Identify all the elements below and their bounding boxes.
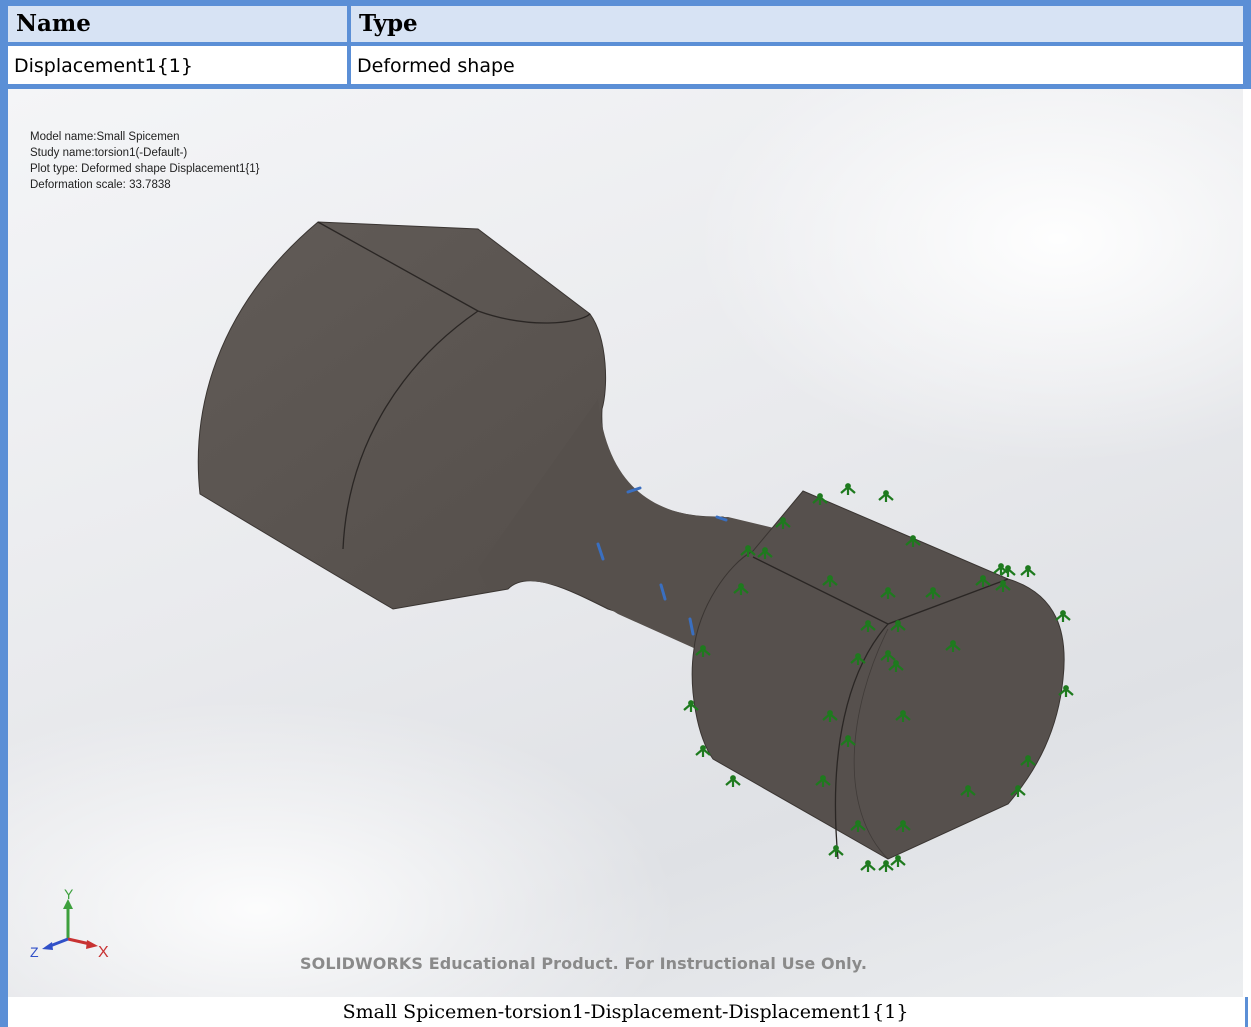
fixture-marker [840,483,856,495]
table-border-left [0,0,8,1027]
triad-x-label: X [98,944,109,961]
fixture-marker [1020,565,1036,577]
fixture-marker [1055,610,1071,622]
fixture-marker [890,855,906,867]
cell-type: Deformed shape [351,46,1243,84]
axis-triad: Y X Z [30,889,109,961]
header-type: Type [351,6,1243,42]
triad-z-label: Z [30,944,39,960]
figure-caption: Small Spicemen-torsion1-Displacement-Dis… [342,1001,909,1023]
fixture-marker [878,490,894,502]
study-results-report: Name Type Displacement1{1} Deformed shap… [0,0,1251,1027]
cell-name: Displacement1{1} [8,46,347,84]
watermark: SOLIDWORKS Educational Product. For Inst… [300,954,868,973]
fixture-marker [878,860,894,872]
fixture-marker [828,845,844,857]
fixture-marker [725,775,741,787]
specimen-model [197,221,1074,872]
fixture-marker [860,860,876,872]
triad-y-label: Y [64,889,74,902]
header-name: Name [8,6,347,42]
deformed-shape-plot: Model name:Small Spicemen Study name:tor… [8,89,1243,997]
